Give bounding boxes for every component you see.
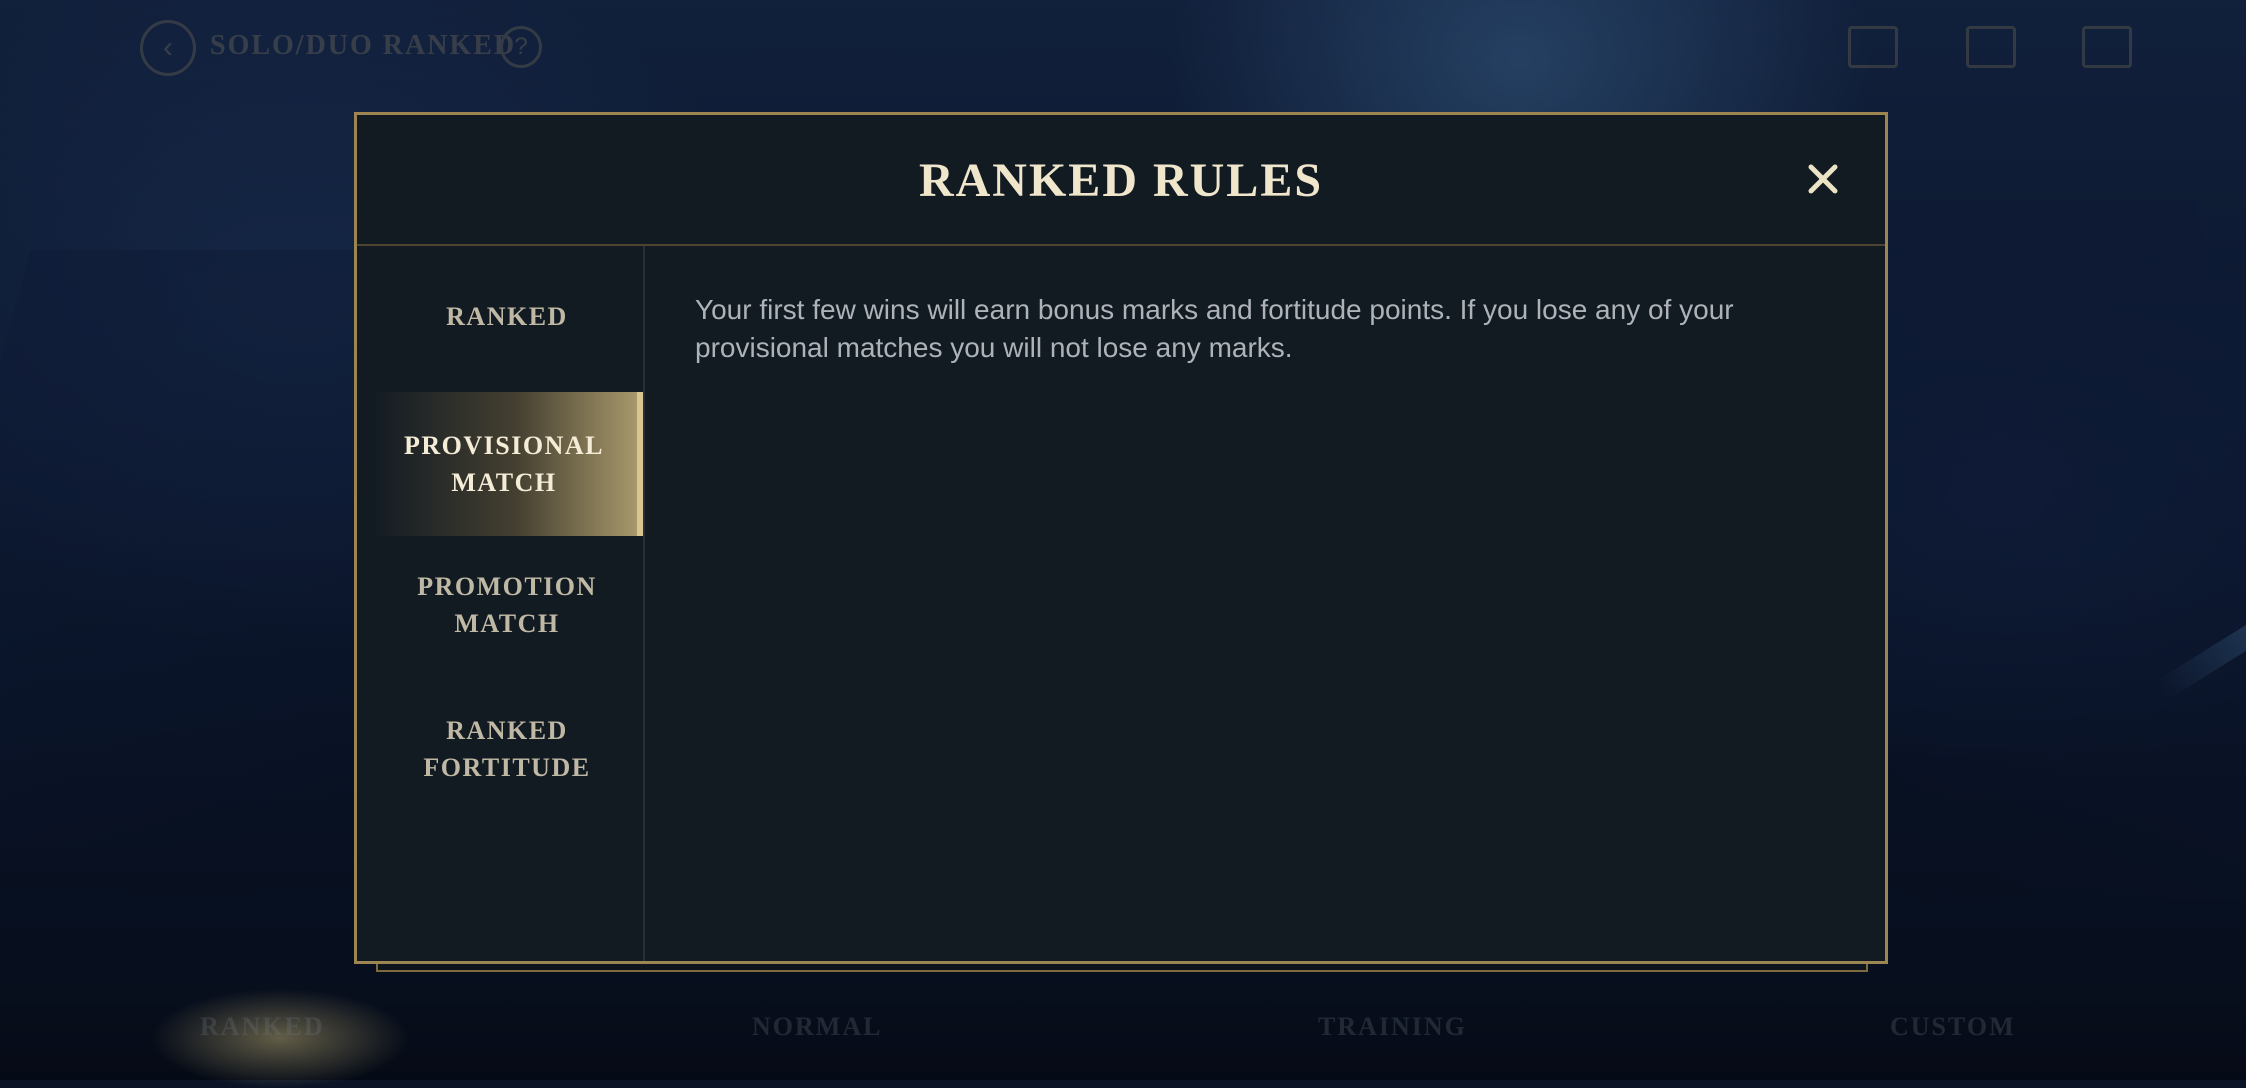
tab-provisional-match[interactable]: PROVISIONAL MATCH (371, 392, 643, 536)
close-icon (1808, 164, 1838, 194)
tab-promotion-match[interactable]: PROMOTION MATCH (371, 542, 643, 668)
dialog-title: RANKED RULES (918, 154, 1324, 207)
rules-sidebar: RANKED PROVISIONAL MATCH PROMOTION MATCH… (357, 246, 645, 961)
close-button[interactable] (1799, 155, 1847, 203)
dialog-base-trim (376, 964, 1868, 972)
tab-ranked[interactable]: RANKED (371, 274, 643, 358)
rules-body-text: Your first few wins will earn bonus mark… (695, 294, 1734, 363)
dialog-header: RANKED RULES (357, 115, 1885, 246)
ranked-rules-dialog: RANKED RULES RANKED PROVISIONAL MATCH PR… (354, 112, 1888, 964)
tab-ranked-fortitude[interactable]: RANKED FORTITUDE (371, 686, 643, 812)
